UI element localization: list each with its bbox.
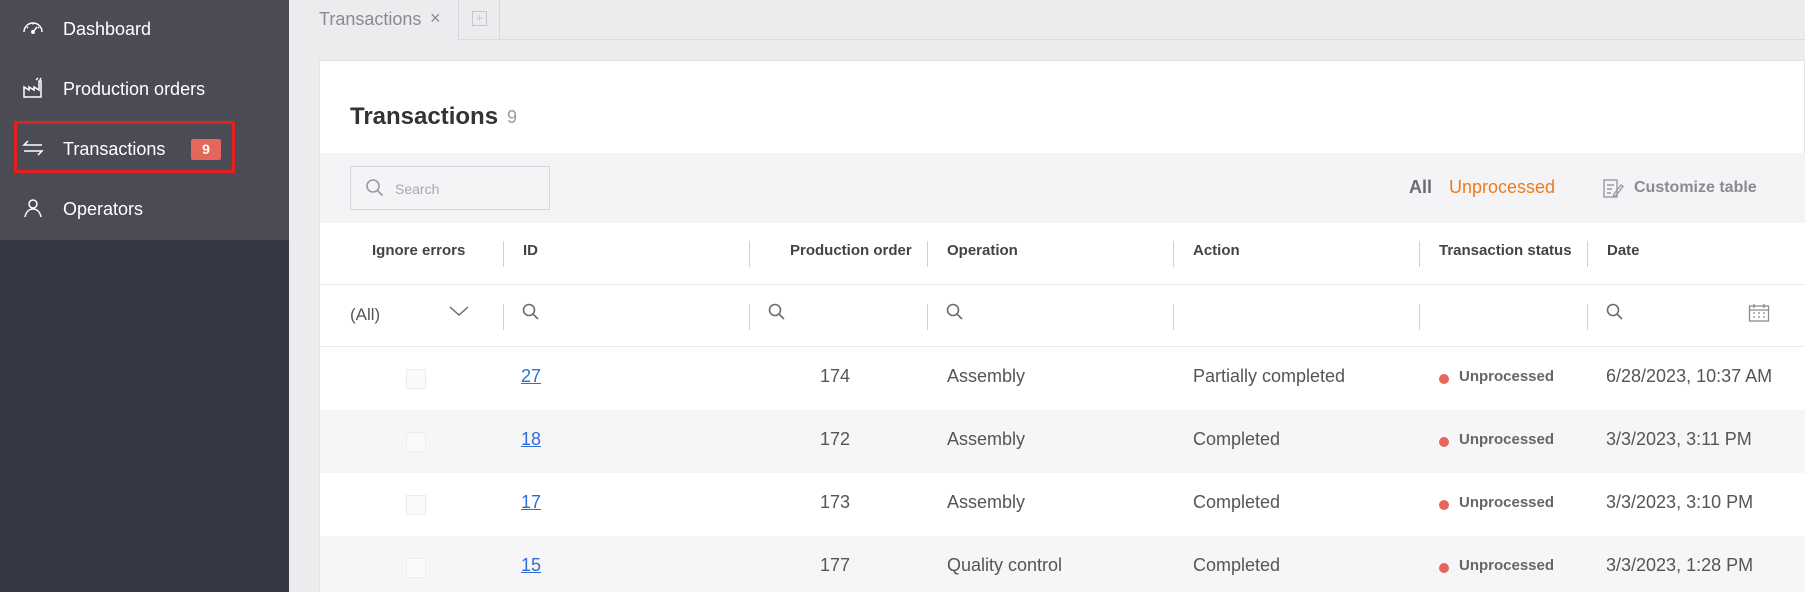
column-divider (503, 304, 504, 330)
tab-bar: Transactions × + (289, 0, 1805, 40)
status-cell: Unprocessed (1459, 431, 1555, 448)
add-tab-button[interactable]: + (459, 0, 500, 40)
status-cell: Unprocessed (1459, 494, 1555, 511)
gauge-icon (23, 22, 43, 34)
factory-icon (23, 77, 42, 98)
production-order-cell: 173 (819, 492, 850, 512)
column-header-id[interactable]: ID (523, 242, 538, 259)
filter-row: (All) (320, 285, 1805, 347)
table-row[interactable]: 27 174 Assembly Partially completed Unpr… (320, 347, 1805, 410)
date-cell: 3/3/2023, 3:11 PM (1606, 429, 1752, 449)
table-row[interactable]: 17 173 Assembly Completed Unprocessed 3/… (320, 473, 1805, 536)
date-cell: 3/3/2023, 3:10 PM (1606, 492, 1754, 512)
action-cell: Completed (1193, 429, 1281, 449)
sidebar-item-label: Dashboard (63, 19, 152, 39)
column-divider[interactable] (749, 241, 750, 267)
search-icon[interactable] (946, 303, 964, 321)
transaction-id-link[interactable]: 17 (521, 492, 541, 513)
status-cell: Unprocessed (1459, 368, 1555, 385)
date-cell: 6/28/2023, 10:37 AM (1606, 366, 1773, 386)
customize-label: Customize table (1634, 179, 1757, 196)
column-divider[interactable] (1173, 241, 1174, 267)
record-count: 9 (507, 107, 518, 127)
table-header: Ignore errors ID Production order Operat… (320, 223, 1805, 285)
column-header-date[interactable]: Date (1607, 242, 1640, 259)
production-order-cell: 174 (819, 366, 850, 386)
transaction-id-link[interactable]: 27 (521, 366, 541, 387)
customize-table-button[interactable]: Customize table (1602, 175, 1757, 201)
column-divider (1419, 304, 1420, 330)
edit-list-icon (1603, 179, 1624, 198)
calendar-icon[interactable] (1748, 303, 1770, 323)
ignore-errors-checkbox[interactable] (406, 495, 426, 515)
sidebar-item-production-orders[interactable]: Production orders (0, 60, 289, 120)
column-divider[interactable] (503, 241, 504, 267)
status-dot (1439, 563, 1449, 573)
column-divider[interactable] (927, 241, 928, 267)
operation-cell: Assembly (947, 366, 1026, 386)
column-header-operation[interactable]: Operation (947, 242, 1018, 259)
column-header-action[interactable]: Action (1193, 242, 1240, 259)
tab-label: Transactions (319, 9, 422, 29)
column-header-production-order[interactable]: Production order (790, 242, 912, 259)
sidebar-item-operators[interactable]: Operators (0, 180, 289, 240)
column-header-ignore-errors[interactable]: Ignore errors (372, 242, 465, 259)
column-header-transaction-status[interactable]: Transaction status (1439, 242, 1572, 259)
sidebar-item-label: Transactions (63, 139, 166, 159)
sidebar-item-dashboard[interactable]: Dashboard (0, 0, 289, 60)
search-icon (366, 179, 384, 197)
sidebar-item-transactions[interactable]: Transactions 9 (0, 120, 289, 180)
sidebar-item-label: Production orders (63, 79, 206, 99)
ignore-errors-filter[interactable]: (All) (350, 305, 380, 325)
action-cell: Partially completed (1193, 366, 1346, 386)
production-order-cell: 172 (819, 429, 850, 449)
column-divider[interactable] (1587, 241, 1588, 267)
search-icon[interactable] (1606, 303, 1624, 321)
action-cell: Completed (1193, 492, 1281, 512)
toolbar: All Unprocessed Customize table (320, 153, 1805, 223)
status-dot (1439, 500, 1449, 510)
sidebar-item-label: Operators (63, 199, 144, 219)
search-input[interactable] (395, 179, 535, 199)
ignore-errors-checkbox[interactable] (406, 369, 426, 389)
column-divider (749, 304, 750, 330)
status-cell: Unprocessed (1459, 557, 1555, 574)
table-row[interactable]: 15 177 Quality control Completed Unproce… (320, 536, 1805, 592)
search-icon[interactable] (522, 303, 540, 321)
filter-unprocessed[interactable]: Unprocessed (1449, 177, 1555, 198)
status-dot (1439, 437, 1449, 447)
transaction-id-link[interactable]: 15 (521, 555, 541, 576)
transaction-id-link[interactable]: 18 (521, 429, 541, 450)
table-row[interactable]: 18 172 Assembly Completed Unprocessed 3/… (320, 410, 1805, 473)
column-divider (1587, 304, 1588, 330)
column-divider (927, 304, 928, 330)
tab-transactions[interactable]: Transactions × (289, 0, 459, 40)
filter-all[interactable]: All (1409, 177, 1432, 198)
user-icon (24, 199, 42, 218)
sidebar-menu: Dashboard Production orders Transactions… (0, 0, 289, 240)
search-icon[interactable] (768, 303, 786, 321)
sidebar: Dashboard Production orders Transactions… (0, 0, 289, 592)
date-cell: 3/3/2023, 1:28 PM (1606, 555, 1754, 575)
chevron-down-icon[interactable] (448, 303, 470, 319)
notification-badge: 9 (191, 139, 221, 160)
action-cell: Completed (1193, 555, 1281, 575)
arrows-exchange-icon (22, 140, 44, 156)
status-dot (1439, 374, 1449, 384)
operation-cell: Assembly (947, 492, 1026, 512)
page-title: Transactions (350, 103, 499, 130)
plus-icon: + (472, 11, 487, 26)
column-divider (1173, 304, 1174, 330)
operation-cell: Assembly (947, 429, 1026, 449)
close-icon[interactable]: × (430, 8, 441, 29)
ignore-errors-checkbox[interactable] (406, 432, 426, 452)
ignore-errors-checkbox[interactable] (406, 558, 426, 578)
production-order-cell: 177 (819, 555, 850, 575)
search-box[interactable] (350, 166, 550, 210)
operation-cell: Quality control (947, 555, 1063, 575)
column-divider[interactable] (1419, 241, 1420, 267)
transactions-panel: Transactions 9 All Unprocessed Customize… (319, 60, 1805, 592)
